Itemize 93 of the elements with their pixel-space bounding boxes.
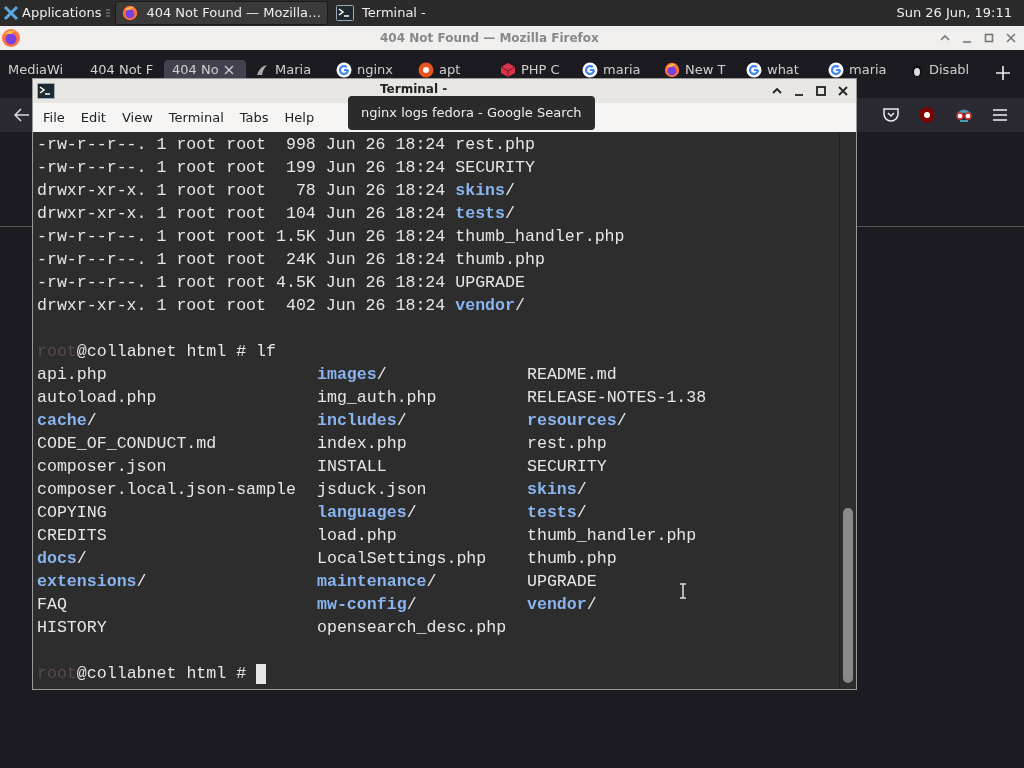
maximize-icon[interactable] <box>814 84 828 98</box>
file-name: opensearch_desc.php <box>317 617 507 639</box>
clock: Sun 26 Jun, 19:11 <box>896 4 1013 23</box>
close-icon[interactable] <box>836 84 850 98</box>
browser-tab[interactable]: maria <box>820 60 902 78</box>
browser-tab[interactable]: PHP C <box>492 60 574 78</box>
file-name: skins/ <box>527 479 587 501</box>
listing-line: -rw-r--r--. 1 root root 998 Jun 26 18:24 rest.php <box>37 134 535 156</box>
applications-menu[interactable]: Applications <box>0 0 106 26</box>
terminal-icon <box>336 5 355 21</box>
file-name: SECURITY <box>527 456 607 478</box>
listing-line: -rw-r--r--. 1 root root 24K Jun 26 18:24 thumb.php <box>37 249 545 271</box>
close-icon[interactable] <box>223 65 234 75</box>
menu-item[interactable]: Terminal <box>160 107 232 128</box>
file-name: INSTALL <box>317 456 387 478</box>
browser-tab[interactable]: New T <box>656 60 738 78</box>
file-name: thumb.php <box>527 548 617 570</box>
taskbar-button[interactable]: Terminal - <box>330 1 432 25</box>
file-name: docs/ <box>37 548 87 570</box>
shield-icon[interactable] <box>918 106 936 124</box>
file-name: rest.php <box>527 433 607 455</box>
google-icon <box>828 62 844 78</box>
file-name: img_auth.php <box>317 387 437 409</box>
new-tab-icon[interactable] <box>996 66 1010 80</box>
file-name: languages/ <box>317 502 417 524</box>
file-name: maintenance/ <box>317 571 437 593</box>
browser-tab[interactable]: Disabl <box>902 60 984 78</box>
file-name: mw-config/ <box>317 594 417 616</box>
firefox-icon <box>122 5 139 21</box>
back-icon[interactable] <box>14 108 30 122</box>
file-name: tests/ <box>527 502 587 524</box>
firefox-icon <box>664 62 680 78</box>
browser-tab[interactable]: nginx <box>328 60 410 78</box>
scrollbar-thumb[interactable] <box>843 508 853 683</box>
menu-item[interactable]: File <box>35 107 73 128</box>
file-name: COPYING <box>37 502 107 524</box>
file-name: composer.json <box>37 456 167 478</box>
browser-tab[interactable]: Maria <box>246 60 328 78</box>
file-name: thumb_handler.php <box>527 525 697 547</box>
file-name: autoload.php <box>37 387 157 409</box>
listing-line: drwxr-xr-x. 1 root root 402 Jun 26 18:24 vendor/ <box>37 295 525 317</box>
browser-tab[interactable]: apt <box>410 60 492 78</box>
file-name: CODE_OF_CONDUCT.md <box>37 433 217 455</box>
google-icon <box>746 62 762 78</box>
browser-tab[interactable]: MediaWi <box>0 60 82 78</box>
file-name: cache/ <box>37 410 97 432</box>
google-icon <box>582 62 598 78</box>
file-name: index.php <box>317 433 407 455</box>
browser-tab[interactable]: what <box>738 60 820 78</box>
tooltip: nginx logs fedora - Google Search <box>348 96 595 130</box>
logo-icon <box>3 5 19 21</box>
file-name: jsduck.json <box>317 479 427 501</box>
pocket-icon[interactable] <box>882 107 900 123</box>
text-cursor <box>256 663 267 684</box>
file-name: includes/ <box>317 410 407 432</box>
menu-icon[interactable] <box>992 108 1008 122</box>
menu-item[interactable]: View <box>113 107 161 128</box>
file-name: extensions/ <box>37 571 147 593</box>
file-name: composer.local.json-sample <box>37 479 296 501</box>
taskbar-button[interactable]: 404 Not Found — Mozilla… <box>115 1 329 25</box>
window-title: 404 Not Found — Mozilla Firefox <box>380 30 599 47</box>
text-cursor-icon <box>679 583 687 599</box>
cube-icon <box>500 62 516 78</box>
menu-item[interactable]: Edit <box>72 107 114 128</box>
listing-line: drwxr-xr-x. 1 root root 104 Jun 26 18:24 tests/ <box>37 203 515 225</box>
ask-icon <box>418 62 434 78</box>
listing-line: -rw-r--r--. 1 root root 4.5K Jun 26 18:24 UPGRADE <box>37 272 525 294</box>
firefox-icon <box>1 28 21 48</box>
google-icon <box>336 62 352 78</box>
browser-tab[interactable]: 404 Not F <box>82 60 164 78</box>
file-name: UPGRADE <box>527 571 597 593</box>
terminal-icon <box>37 83 55 99</box>
separator-icon <box>105 7 112 19</box>
file-name: load.php <box>317 525 397 547</box>
file-name: FAQ <box>37 594 67 616</box>
browser-tab[interactable]: 404 No <box>164 60 246 78</box>
file-name: images/ <box>317 364 387 386</box>
file-name: HISTORY <box>37 617 107 639</box>
listing-line: -rw-r--r--. 1 root root 1.5K Jun 26 18:24 thumb_handler.php <box>37 226 625 248</box>
file-name: resources/ <box>527 410 627 432</box>
browser-tab[interactable]: maria <box>574 60 656 78</box>
scrollbar[interactable] <box>839 132 856 689</box>
file-name: api.php <box>37 364 107 386</box>
file-name: LocalSettings.php <box>317 548 487 570</box>
menu-item[interactable]: Tabs <box>231 107 277 128</box>
file-name: README.md <box>527 364 617 386</box>
listing-line: -rw-r--r--. 1 root root 199 Jun 26 18:24 SECURITY <box>37 157 535 179</box>
menu-item[interactable]: Help <box>276 107 323 128</box>
file-name: RELEASE-NOTES-1.38 <box>527 387 707 409</box>
file-name: CREDITS <box>37 525 107 547</box>
listing-line: drwxr-xr-x. 1 root root 78 Jun 26 18:24 skins/ <box>37 180 515 202</box>
file-name: vendor/ <box>527 594 597 616</box>
window-title: Terminal - <box>380 82 448 96</box>
